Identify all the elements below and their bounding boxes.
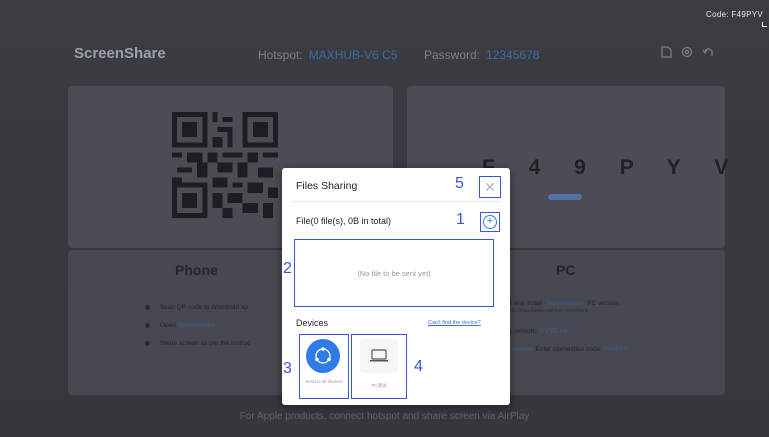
file-list-area[interactable]: (No file to be sent yet) — [294, 239, 494, 307]
pc-step-1-prefix: d and install — [508, 300, 545, 307]
qr-code — [172, 112, 278, 218]
hotspot-value: MAXHUB-V6 C5 — [308, 48, 398, 62]
phone-title: Phone — [175, 262, 218, 278]
screenshare-link[interactable]: Screenshare — [178, 322, 215, 329]
cursor-icon — [762, 22, 767, 27]
devices-label: Devices — [296, 318, 329, 328]
pc-device-button[interactable]: PC测试 — [351, 334, 407, 399]
pc-step-2: o network: CVTE-HK — [508, 322, 630, 340]
bullet-icon — [145, 340, 150, 346]
empty-file-text: (No file to be sent yet) — [357, 268, 431, 278]
header: ScreenShare Hotspot: MAXHUB-V6 C5 Passwor… — [74, 40, 714, 64]
bullet-icon — [145, 304, 150, 310]
pc-device-label: PC测试 — [371, 383, 387, 388]
hotspot-label: Hotspot: — [258, 48, 303, 62]
annotation-marker-2: 2 — [283, 260, 292, 277]
send-to-all-devices-button[interactable]: Send to all devices — [299, 334, 349, 399]
bullet-icon — [145, 322, 150, 328]
file-icon[interactable] — [660, 46, 672, 58]
add-file-button[interactable]: + — [480, 212, 500, 232]
dialog-title: Files Sharing — [296, 180, 358, 192]
files-sharing-dialog: Files Sharing ✕ File(0 file(s), 0B in to… — [282, 168, 510, 405]
file-summary: File(0 file(s), 0B in total) — [296, 216, 392, 226]
settings-icon[interactable] — [681, 46, 693, 58]
broadcast-icon — [306, 339, 340, 373]
annotation-marker-1: 1 — [456, 211, 465, 228]
annotation-marker-4: 4 — [414, 358, 423, 375]
pc-download-link[interactable]: link: https://www.maxhub.com/share — [508, 308, 630, 314]
annotation-marker-3: 3 — [283, 360, 292, 377]
pc-step-3-app: enshare — [510, 345, 534, 353]
network-name: CVTE-HK — [540, 327, 569, 335]
pc-step-3-code: F49PYV — [604, 345, 629, 353]
phone-step-2: Open Screenshare — [145, 316, 250, 334]
annotation-marker-5: 5 — [455, 175, 464, 192]
hotspot-info: Hotspot: MAXHUB-V6 C5 — [258, 48, 397, 62]
code-refresh-bar[interactable] — [548, 194, 582, 200]
close-button[interactable]: ✕ — [479, 176, 501, 198]
pc-screenshare-link[interactable]: Screenshare — [547, 300, 584, 307]
code-label: Code: F49PYV — [706, 10, 763, 19]
pc-step-3-text: Enter connection code: — [535, 345, 603, 353]
send-to-all-label: Send to all devices — [305, 379, 343, 384]
phone-step-1: Scan QR code to download ap — [145, 298, 250, 316]
back-icon[interactable] — [702, 46, 714, 58]
password-label: Password: — [424, 48, 481, 62]
phone-step-2-text: Open — [160, 321, 176, 329]
pc-steps: d and install Screenshare PC version lin… — [508, 300, 630, 358]
plus-icon: + — [483, 215, 497, 229]
pc-step-1: d and install Screenshare PC version lin… — [508, 300, 630, 322]
header-icons — [660, 46, 714, 58]
phone-step-1-text: Scan QR code to download ap — [160, 303, 249, 311]
screenshare-screen: Code: F49PYV ScreenShare Hotspot: MAXHUB-… — [0, 0, 769, 437]
pc-title: PC — [556, 262, 576, 278]
pc-step-1-suffix: PC version — [585, 300, 619, 307]
laptop-icon — [360, 339, 398, 373]
cant-find-device-link[interactable]: Can't find the device? — [428, 320, 481, 326]
connection-code: F 4 9 P Y V — [482, 156, 743, 179]
password-info: Password: 12345678 — [424, 48, 539, 62]
brand-title: ScreenShare — [74, 45, 166, 62]
phone-step-3-text: Share screen as per the instruc — [160, 339, 251, 347]
phone-step-3: Share screen as per the instruc — [145, 334, 250, 352]
close-icon: ✕ — [484, 178, 496, 195]
pc-step-2-prefix: o network: — [508, 327, 538, 335]
airplay-footer: For Apple products, connect hotspot and … — [239, 411, 530, 422]
pc-step-3: enshare Enter connection code: F49PYV — [508, 340, 630, 358]
password-value: 12345678 — [486, 48, 540, 62]
phone-steps: Scan QR code to download ap Open Screens… — [145, 298, 250, 352]
divider — [292, 201, 500, 202]
